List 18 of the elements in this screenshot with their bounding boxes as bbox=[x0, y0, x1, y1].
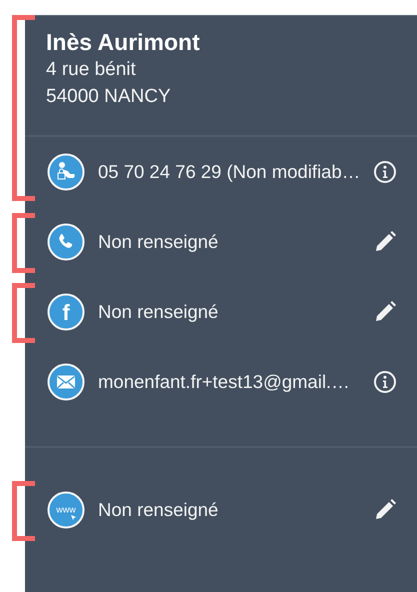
phone-icon bbox=[47, 223, 85, 261]
contact-field-value: monenfant.fr+test13@gmail.… bbox=[98, 371, 351, 393]
contact-field-value: 05 70 24 76 29 (Non modifiab… bbox=[98, 161, 362, 183]
web-icon: www bbox=[47, 491, 85, 529]
info-icon[interactable] bbox=[373, 160, 397, 184]
contact-field-value: Non renseigné bbox=[98, 499, 220, 521]
contact-name: Inès Aurimont bbox=[46, 28, 201, 56]
social-logo-icon: f bbox=[47, 293, 85, 331]
address-line: 54000 NANCY bbox=[46, 85, 172, 109]
address-line: 4 rue bénit bbox=[46, 58, 137, 82]
phone-lock-icon bbox=[47, 153, 85, 191]
pencil-icon[interactable] bbox=[373, 300, 397, 324]
info-icon[interactable] bbox=[373, 370, 397, 394]
pencil-icon[interactable] bbox=[373, 498, 397, 522]
contact-field-value: Non renseigné bbox=[98, 301, 220, 323]
envelope-icon bbox=[47, 363, 85, 401]
contact-field-value: Non renseigné bbox=[98, 231, 220, 253]
pencil-icon[interactable] bbox=[373, 230, 397, 254]
